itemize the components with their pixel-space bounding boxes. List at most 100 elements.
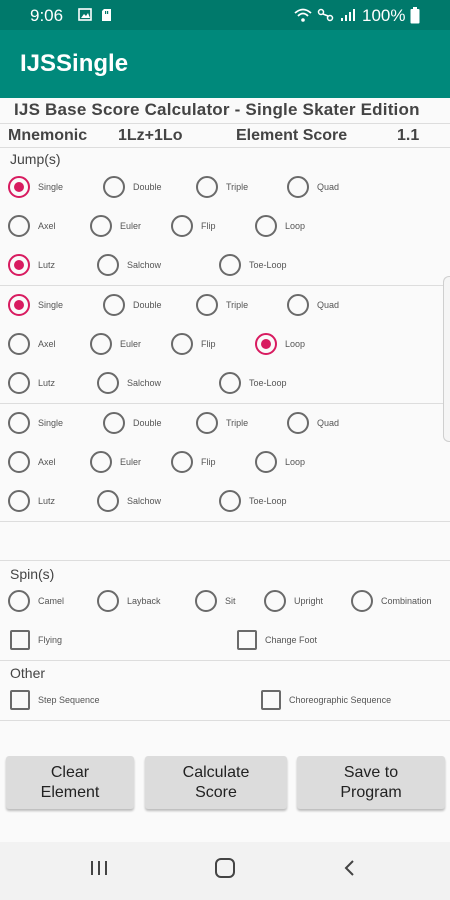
divider: [0, 560, 450, 561]
jump2-triple-radio[interactable]: Triple: [196, 292, 248, 318]
jump2-double-radio[interactable]: Double: [103, 292, 162, 318]
radio-button[interactable]: [255, 215, 277, 237]
radio-button[interactable]: [97, 490, 119, 512]
radio-button[interactable]: [8, 590, 30, 612]
checkbox[interactable]: [10, 690, 30, 710]
radio-button[interactable]: [8, 333, 30, 355]
jump2-lutz-radio[interactable]: Lutz: [8, 370, 55, 396]
back-icon[interactable]: [342, 858, 358, 883]
jump1-axel-radio[interactable]: Axel: [8, 213, 56, 239]
jump3-flip-radio[interactable]: Flip: [171, 449, 216, 475]
radio-button[interactable]: [8, 490, 30, 512]
flying-checkbox[interactable]: Flying: [10, 627, 62, 653]
radio-button[interactable]: [90, 451, 112, 473]
jump2-salchow-radio[interactable]: Salchow: [97, 370, 161, 396]
radio-button[interactable]: [8, 294, 30, 316]
clear-element-button[interactable]: Clear Element: [6, 756, 134, 809]
spin-sit-radio[interactable]: Sit: [195, 588, 236, 614]
mnemonic-label: Mnemonic: [8, 127, 88, 144]
radio-button[interactable]: [196, 294, 218, 316]
radio-button[interactable]: [8, 215, 30, 237]
step-sequence-checkbox[interactable]: Step Sequence: [10, 687, 100, 713]
jump1-triple-radio[interactable]: Triple: [196, 174, 248, 200]
scroll-handle[interactable]: [443, 276, 450, 442]
element-score-label: Element Score: [236, 127, 348, 144]
checkbox[interactable]: [237, 630, 257, 650]
jump2-loop-radio[interactable]: Loop: [255, 331, 305, 357]
jump1-loop-radio[interactable]: Loop: [255, 213, 305, 239]
jump2-quad-radio[interactable]: Quad: [287, 292, 339, 318]
spin-camel-radio[interactable]: Camel: [8, 588, 64, 614]
radio-button[interactable]: [255, 333, 277, 355]
calculator-title: IJS Base Score Calculator - Single Skate…: [14, 100, 420, 119]
jump1-single-radio[interactable]: Single: [8, 174, 63, 200]
spin-layback-radio[interactable]: Layback: [97, 588, 161, 614]
jump1-toe-loop-radio[interactable]: Toe-Loop: [219, 252, 287, 278]
radio-button[interactable]: [287, 412, 309, 434]
checkbox[interactable]: [10, 630, 30, 650]
radio-button[interactable]: [219, 372, 241, 394]
jump2-euler-radio[interactable]: Euler: [90, 331, 141, 357]
divider: [0, 660, 450, 661]
jump1-flip-radio[interactable]: Flip: [171, 213, 216, 239]
radio-button[interactable]: [196, 412, 218, 434]
app-title: IJSSingle: [20, 50, 129, 77]
jump3-toe-loop-radio[interactable]: Toe-Loop: [219, 488, 287, 514]
spin-combination-radio[interactable]: Combination: [351, 588, 432, 614]
jump2-axel-radio[interactable]: Axel: [8, 331, 56, 357]
save-to-program-button[interactable]: Save to Program: [297, 756, 445, 809]
checkbox[interactable]: [261, 690, 281, 710]
radio-button[interactable]: [255, 451, 277, 473]
jump1-salchow-radio[interactable]: Salchow: [97, 252, 161, 278]
jump3-double-radio[interactable]: Double: [103, 410, 162, 436]
jump3-axel-radio[interactable]: Axel: [8, 449, 56, 475]
radio-button[interactable]: [90, 215, 112, 237]
radio-button[interactable]: [97, 590, 119, 612]
jump1-euler-radio[interactable]: Euler: [90, 213, 141, 239]
jump2-flip-radio[interactable]: Flip: [171, 331, 216, 357]
radio-button[interactable]: [8, 176, 30, 198]
radio-button[interactable]: [8, 254, 30, 276]
jump3-salchow-radio[interactable]: Salchow: [97, 488, 161, 514]
jump3-lutz-radio[interactable]: Lutz: [8, 488, 55, 514]
status-bar: 9:06 100%: [0, 0, 450, 30]
radio-button[interactable]: [171, 333, 193, 355]
divider: [0, 521, 450, 522]
jump3-euler-radio[interactable]: Euler: [90, 449, 141, 475]
change-foot-checkbox[interactable]: Change Foot: [237, 627, 317, 653]
jump3-quad-radio[interactable]: Quad: [287, 410, 339, 436]
radio-button[interactable]: [196, 176, 218, 198]
calculate-score-button[interactable]: Calculate Score: [145, 756, 287, 809]
jump3-loop-radio[interactable]: Loop: [255, 449, 305, 475]
radio-button[interactable]: [8, 451, 30, 473]
radio-button[interactable]: [287, 294, 309, 316]
recent-apps-icon[interactable]: [88, 858, 110, 883]
radio-button[interactable]: [171, 451, 193, 473]
radio-button[interactable]: [90, 333, 112, 355]
jump1-double-radio[interactable]: Double: [103, 174, 162, 200]
radio-button[interactable]: [351, 590, 373, 612]
jump2-toe-loop-radio[interactable]: Toe-Loop: [219, 370, 287, 396]
radio-button[interactable]: [97, 254, 119, 276]
jump3-triple-radio[interactable]: Triple: [196, 410, 248, 436]
jump1-lutz-radio[interactable]: Lutz: [8, 252, 55, 278]
home-icon[interactable]: [214, 858, 236, 883]
radio-button[interactable]: [103, 412, 125, 434]
radio-button[interactable]: [103, 294, 125, 316]
radio-button[interactable]: [264, 590, 286, 612]
radio-button[interactable]: [195, 590, 217, 612]
element-score-value: 1.1: [397, 127, 420, 144]
radio-button[interactable]: [97, 372, 119, 394]
jump3-single-radio[interactable]: Single: [8, 410, 63, 436]
radio-button[interactable]: [103, 176, 125, 198]
radio-button[interactable]: [287, 176, 309, 198]
radio-button[interactable]: [219, 254, 241, 276]
choreographic-sequence-checkbox[interactable]: Choreographic Sequence: [261, 687, 391, 713]
radio-button[interactable]: [8, 372, 30, 394]
jump1-quad-radio[interactable]: Quad: [287, 174, 339, 200]
radio-button[interactable]: [8, 412, 30, 434]
jump2-single-radio[interactable]: Single: [8, 292, 63, 318]
radio-button[interactable]: [171, 215, 193, 237]
radio-button[interactable]: [219, 490, 241, 512]
spin-upright-radio[interactable]: Upright: [264, 588, 323, 614]
